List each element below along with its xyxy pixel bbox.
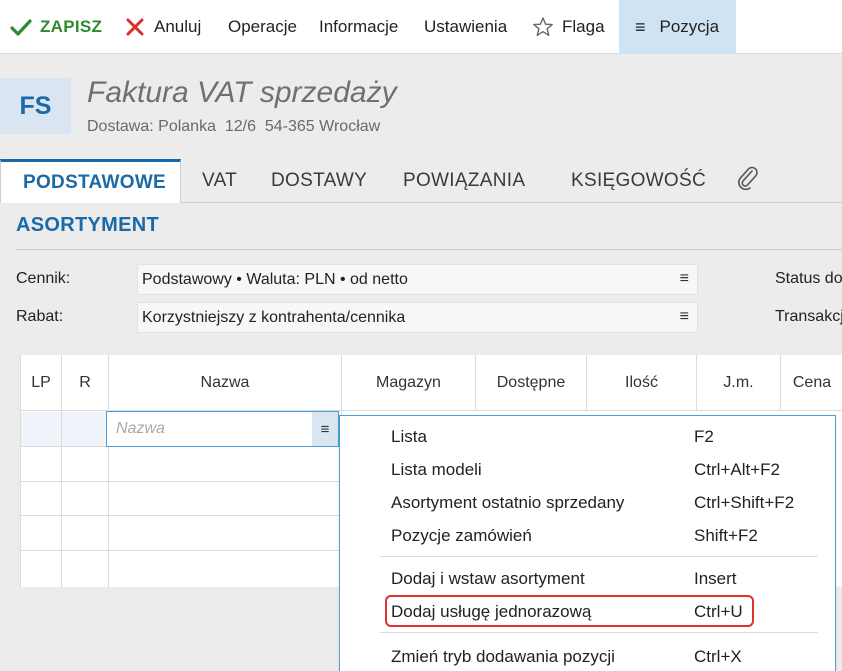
menu-item-shortcut: Ctrl+Alt+F2 bbox=[694, 459, 780, 479]
settings-menu[interactable]: Ustawienia bbox=[424, 0, 507, 54]
row-divider bbox=[109, 481, 341, 482]
menu-item-shortcut: Insert bbox=[694, 568, 737, 588]
menu-item-change-add-mode[interactable]: Zmień tryb dodawania pozycji Ctrl+X bbox=[340, 640, 835, 671]
tab-vat[interactable]: VAT bbox=[202, 159, 237, 203]
paperclip-icon bbox=[735, 164, 761, 198]
information-label: Informacje bbox=[319, 17, 399, 36]
page-title: Faktura VAT sprzedaży bbox=[87, 76, 397, 109]
operations-menu[interactable]: Operacje bbox=[228, 0, 297, 54]
document-type-badge: FS bbox=[0, 78, 71, 134]
tab-attachments[interactable] bbox=[735, 159, 761, 203]
menu-item-shortcut: Ctrl+Shift+F2 bbox=[694, 492, 795, 512]
close-icon bbox=[124, 16, 146, 38]
menu-separator bbox=[380, 556, 818, 557]
column-header-lp[interactable]: LP bbox=[21, 355, 62, 411]
row-divider bbox=[21, 446, 109, 447]
menu-item-lista[interactable]: Lista F2 bbox=[340, 420, 835, 453]
column-header-price[interactable]: Cena bbox=[781, 355, 842, 411]
menu-icon: ≡ bbox=[320, 420, 330, 438]
name-menu-button[interactable]: ≡ bbox=[312, 412, 338, 446]
menu-icon: ≡ bbox=[635, 16, 646, 37]
menu-item-label: Asortyment ostatnio sprzedany bbox=[391, 492, 625, 512]
row-divider bbox=[109, 515, 341, 516]
row-divider bbox=[21, 481, 109, 482]
context-menu: Lista F2 Lista modeli Ctrl+Alt+F2 Asorty… bbox=[339, 415, 836, 671]
cennik-label: Cennik: bbox=[16, 270, 71, 287]
section-title: ASORTYMENT bbox=[16, 214, 159, 236]
menu-item-recently-sold[interactable]: Asortyment ostatnio sprzedany Ctrl+Shift… bbox=[340, 486, 835, 519]
row-divider bbox=[109, 550, 341, 551]
flag-button[interactable]: Flaga bbox=[532, 0, 605, 54]
column-header-available[interactable]: Dostępne bbox=[476, 355, 587, 411]
name-placeholder: Nazwa bbox=[116, 420, 165, 437]
rabat-field[interactable]: Korzystniejszy z kontrahenta/cennika ≡ bbox=[137, 302, 698, 333]
operations-label: Operacje bbox=[228, 17, 297, 36]
column-header-r[interactable]: R bbox=[62, 355, 109, 411]
tab-podstawowe[interactable]: PODSTAWOWE bbox=[0, 159, 182, 204]
star-icon bbox=[532, 16, 554, 38]
flag-label: Flaga bbox=[562, 17, 605, 36]
menu-item-add-insert[interactable]: Dodaj i wstaw asortyment Insert bbox=[340, 562, 835, 595]
tab-bar: PODSTAWOWE VAT DOSTAWY POWIĄZANIA KSIĘGO… bbox=[0, 159, 842, 204]
section-divider bbox=[16, 249, 842, 250]
column-header-warehouse[interactable]: Magazyn bbox=[342, 355, 476, 411]
cancel-label: Anuluj bbox=[154, 17, 202, 36]
table-row[interactable] bbox=[21, 412, 109, 446]
column-header-name[interactable]: Nazwa bbox=[109, 355, 342, 411]
tab-dostawy[interactable]: DOSTAWY bbox=[271, 159, 367, 203]
menu-item-label: Lista modeli bbox=[391, 459, 482, 479]
save-label: ZAPISZ bbox=[40, 17, 103, 36]
toolbar: ZAPISZ Anuluj Operacje Informacje Ustawi… bbox=[0, 0, 842, 54]
menu-separator bbox=[380, 632, 818, 633]
menu-item-label: Pozycje zamówień bbox=[391, 525, 532, 545]
row-divider bbox=[21, 550, 109, 551]
tab-ksiegowosc[interactable]: KSIĘGOWOŚĆ bbox=[571, 159, 706, 203]
tab-powiazania[interactable]: POWIĄZANIA bbox=[403, 159, 525, 203]
rabat-value: Korzystniejszy z kontrahenta/cennika bbox=[142, 308, 406, 326]
row-divider bbox=[21, 515, 109, 516]
cennik-value: Podstawowy • Waluta: PLN • od netto bbox=[142, 270, 408, 288]
cancel-button[interactable]: Anuluj bbox=[124, 0, 201, 54]
settings-label: Ustawienia bbox=[424, 17, 508, 36]
menu-item-label: Zmień tryb dodawania pozycji bbox=[391, 646, 615, 666]
menu-item-label: Dodaj i wstaw asortyment bbox=[391, 568, 585, 588]
menu-item-label: Lista bbox=[391, 426, 427, 446]
status-label: Status do bbox=[775, 270, 842, 287]
delivery-address: Dostawa: Polanka 12/6 54-365 Wrocław bbox=[87, 118, 381, 135]
menu-icon[interactable]: ≡ bbox=[680, 308, 689, 326]
column-divider bbox=[61, 411, 62, 587]
menu-item-shortcut: F2 bbox=[694, 426, 714, 446]
name-input[interactable]: Nazwa ≡ bbox=[106, 411, 339, 447]
position-menu[interactable]: ≡ Pozycja bbox=[619, 0, 736, 54]
menu-item-shortcut: Shift+F2 bbox=[694, 525, 758, 545]
menu-item-order-positions[interactable]: Pozycje zamówień Shift+F2 bbox=[340, 519, 835, 552]
menu-icon[interactable]: ≡ bbox=[680, 270, 689, 288]
column-header-quantity[interactable]: Ilość bbox=[587, 355, 697, 411]
document-header: FS Faktura VAT sprzedaży Dostawa: Polank… bbox=[0, 54, 842, 159]
menu-item-lista-modeli[interactable]: Lista modeli Ctrl+Alt+F2 bbox=[340, 453, 835, 486]
position-label: Pozycja bbox=[659, 17, 720, 36]
menu-item-shortcut: Ctrl+X bbox=[694, 646, 742, 666]
transaction-label: Transakcj bbox=[775, 308, 842, 325]
cennik-field[interactable]: Podstawowy • Waluta: PLN • od netto ≡ bbox=[137, 264, 698, 295]
save-button[interactable]: ZAPISZ bbox=[10, 0, 102, 54]
highlight-outline bbox=[385, 595, 754, 627]
information-menu[interactable]: Informacje bbox=[319, 0, 398, 54]
column-header-unit[interactable]: J.m. bbox=[697, 355, 781, 411]
rabat-label: Rabat: bbox=[16, 308, 64, 325]
app-window: ZAPISZ Anuluj Operacje Informacje Ustawi… bbox=[0, 0, 842, 671]
checkmark-icon bbox=[10, 16, 32, 38]
